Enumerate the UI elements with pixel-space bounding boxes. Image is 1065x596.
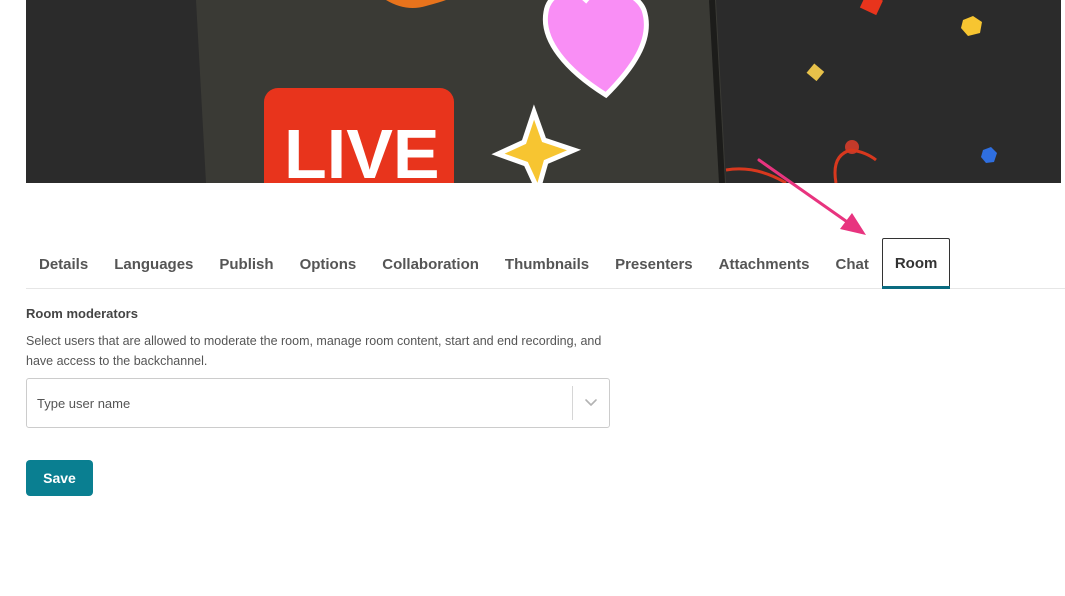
hero-banner-image: LIVE (26, 0, 1061, 183)
user-select[interactable] (26, 378, 610, 428)
tab-publish[interactable]: Publish (206, 240, 286, 288)
tab-attachments[interactable]: Attachments (706, 240, 823, 288)
room-moderators-section: Room moderators Select users that are al… (26, 306, 626, 428)
chevron-down-icon (585, 399, 597, 406)
tab-details[interactable]: Details (26, 240, 101, 288)
tab-collaboration[interactable]: Collaboration (369, 240, 492, 288)
tab-chat[interactable]: Chat (823, 240, 882, 288)
tab-presenters[interactable]: Presenters (602, 240, 706, 288)
save-button[interactable]: Save (26, 460, 93, 496)
page: LIVE Details Languages Publish Options C… (0, 0, 1065, 596)
hero-illustration: LIVE (26, 0, 1061, 183)
user-search-input[interactable] (27, 379, 572, 427)
room-moderators-title: Room moderators (26, 306, 138, 321)
dropdown-toggle[interactable] (573, 379, 609, 427)
tab-options[interactable]: Options (287, 240, 370, 288)
live-badge-text: LIVE (284, 115, 440, 183)
tab-languages[interactable]: Languages (101, 240, 206, 288)
room-moderators-description: Select users that are allowed to moderat… (26, 334, 602, 368)
tab-bar: Details Languages Publish Options Collab… (26, 237, 1065, 289)
tab-room[interactable]: Room (881, 238, 951, 289)
tab-thumbnails[interactable]: Thumbnails (492, 240, 602, 288)
